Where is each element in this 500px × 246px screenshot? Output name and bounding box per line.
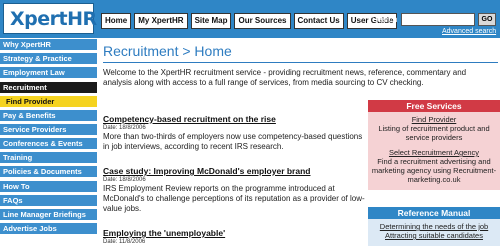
xperthr-logo[interactable]: XpertHR [3, 3, 97, 34]
sidebar-item-why-xperthr[interactable]: Why XpertHR [0, 39, 97, 51]
logo-text: XpertHR [10, 8, 97, 30]
sidebar-item-conferences-events[interactable]: Conferences & Events [0, 138, 97, 150]
sidebar-item-training[interactable]: Training [0, 152, 97, 164]
go-button[interactable]: GO [478, 13, 496, 26]
article-date: Date: 11/8/2006 [103, 239, 146, 245]
search-input[interactable] [401, 13, 475, 26]
sidebar-item-recruitment[interactable]: Recruitment [0, 82, 97, 94]
free-services-heading: Free Services [368, 100, 500, 112]
nav-home-button[interactable]: Home [101, 13, 132, 29]
reference-manual-heading: Reference Manual [368, 207, 500, 219]
sidebar-item-pay-benefits[interactable]: Pay & Benefits [0, 110, 97, 122]
nav-my-xperthr-button[interactable]: My XpertHR [134, 13, 188, 29]
reference-link[interactable]: Attracting suitable candidates [368, 231, 500, 240]
article-title-link[interactable]: Case study: Improving McDonald's employe… [103, 166, 365, 176]
article-date: Date: 18/8/2006 [103, 177, 146, 183]
sidebar-item-line-manager-briefings[interactable]: Line Manager Briefings [0, 209, 97, 221]
find-provider-description: Listing of recruitment product and servi… [378, 124, 490, 142]
page-title: Recruitment > Home [103, 43, 232, 59]
article-summary: IRS Employment Review reports on the pro… [103, 184, 365, 213]
article-title-link[interactable]: Employing the 'unemployable' [103, 228, 365, 238]
sidebar-item-find-provider[interactable]: Find Provider [0, 96, 97, 108]
sidebar-item-policies-documents[interactable]: Policies & Documents [0, 166, 97, 178]
select-agency-description: Find a recruitment advertising and marke… [371, 157, 497, 184]
article-item: Competency-based recruitment on the rise… [103, 114, 365, 152]
intro-text: Welcome to the XpertHR recruitment servi… [103, 68, 467, 87]
top-navigation: Home My XpertHR Site Map Our Sources Con… [101, 13, 398, 29]
sidebar-item-strategy-practice[interactable]: Strategy & Practice [0, 53, 97, 65]
find-provider-link[interactable]: Find Provider [368, 115, 500, 124]
article-item: Case study: Improving McDonald's employe… [103, 166, 365, 214]
advanced-search-link[interactable]: Advanced search [442, 28, 496, 35]
reference-link[interactable]: Determining the needs of the job [368, 222, 500, 231]
sidebar: Why XpertHR Strategy & Practice Employme… [0, 38, 97, 246]
reference-manual-box: Reference Manual Determining the needs o… [368, 207, 500, 246]
sidebar-item-faqs[interactable]: FAQs [0, 195, 97, 207]
nav-contact-us-button[interactable]: Contact Us [293, 13, 344, 29]
sidebar-item-employment-law[interactable]: Employment Law [0, 67, 97, 79]
article-summary: More than two-thirds of employers now us… [103, 132, 363, 151]
article-date: Date: 18/8/2006 [103, 125, 146, 131]
article-title-link[interactable]: Competency-based recruitment on the rise [103, 114, 365, 124]
header-bar: XpertHR Home My XpertHR Site Map Our Sou… [0, 0, 500, 38]
sidebar-item-service-providers[interactable]: Service Providers [0, 124, 97, 136]
title-divider [103, 62, 498, 63]
nav-site-map-button[interactable]: Site Map [190, 13, 232, 29]
select-recruitment-agency-link[interactable]: Select Recruitment Agency [368, 148, 500, 157]
nav-our-sources-button[interactable]: Our Sources [234, 13, 291, 29]
search-label: Search [372, 15, 398, 24]
article-item: Employing the 'unemployable' Date: 11/8/… [103, 228, 365, 245]
sidebar-item-how-to[interactable]: How To [0, 181, 97, 193]
free-services-box: Free Services Find Provider Listing of r… [368, 100, 500, 190]
sidebar-item-advertise-jobs[interactable]: Advertise Jobs [0, 223, 97, 235]
